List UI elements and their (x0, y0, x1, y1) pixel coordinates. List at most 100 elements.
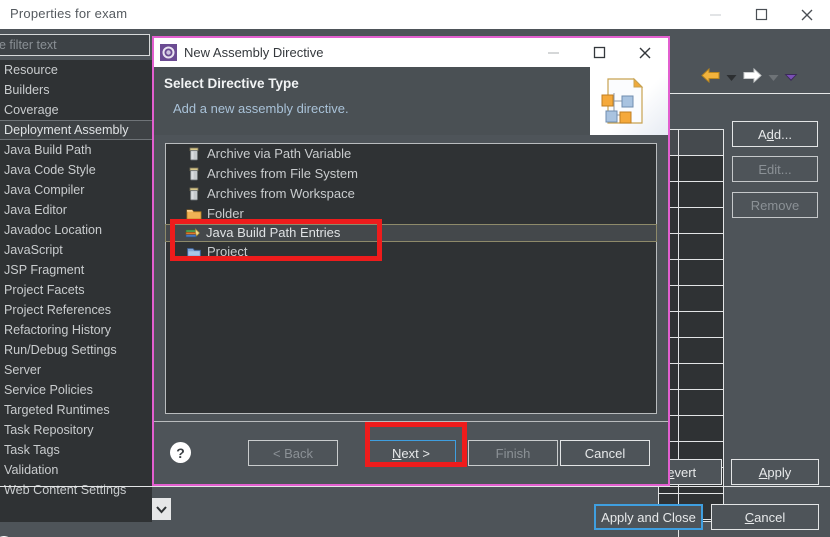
sidebar-item-label: Project Facets (4, 283, 85, 297)
sidebar-item-targeted-runtimes[interactable]: Targeted Runtimes (0, 400, 152, 420)
sidebar-item-service-policies[interactable]: Service Policies (0, 380, 152, 400)
dialog-cancel-button[interactable]: Cancel (560, 440, 650, 466)
back-button-label: < Back (272, 445, 314, 461)
close-icon[interactable] (784, 0, 830, 29)
dialog-maximize-icon[interactable] (576, 38, 622, 67)
books-icon (185, 225, 201, 241)
apply-and-close-button[interactable]: Apply and Close (594, 504, 703, 530)
sidebar-item-label: JSP Fragment (4, 263, 85, 277)
edit-button-label: Edit... (758, 161, 792, 177)
sidebar-item-label: Task Tags (4, 443, 60, 457)
apply-button[interactable]: Apply (731, 459, 819, 485)
table-cell (679, 156, 723, 181)
dialog-window-controls (530, 38, 668, 67)
dialog-close-icon[interactable] (622, 38, 668, 67)
sidebar-item-run-debug-settings[interactable]: Run/Debug Settings (0, 340, 152, 360)
wizard-banner-image (590, 67, 668, 135)
list-item-archives-from-workspace[interactable]: Archives from Workspace (166, 184, 656, 204)
sidebar-item-task-repository[interactable]: Task Repository (0, 420, 152, 440)
sidebar-item-label: Service Policies (4, 383, 93, 397)
dialog-cancel-button-label: Cancel (584, 445, 626, 461)
apply-and-close-button-label: Apply and Close (601, 509, 696, 525)
add-button[interactable]: Add... (732, 121, 818, 147)
jar-icon (186, 166, 202, 182)
sidebar-item-label: Builders (4, 83, 50, 97)
jar-icon (186, 186, 202, 202)
table-cell (679, 416, 723, 441)
sidebar-item-label: Javadoc Location (4, 223, 103, 237)
tree-scroll-down-button[interactable] (152, 498, 171, 520)
next-button-label: Next > (392, 445, 430, 461)
sidebar-item-refactoring-history[interactable]: Refactoring History (0, 320, 152, 340)
sidebar-item-label: Run/Debug Settings (4, 343, 117, 357)
table-cell (679, 364, 723, 389)
screen: Properties for exam e filter text Resour… (0, 0, 830, 537)
sidebar-item-label: JavaScript (4, 243, 63, 257)
sidebar-item-label: Java Compiler (4, 183, 85, 197)
sidebar-item-jsp-fragment[interactable]: JSP Fragment (0, 260, 152, 280)
remove-button: Remove (732, 192, 818, 218)
back-arrow-icon[interactable] (700, 67, 721, 89)
settings-tree[interactable]: Resource Builders Coverage Deployment Assem… (0, 60, 152, 522)
next-button[interactable]: Next > (366, 440, 456, 466)
dialog-help-icon[interactable]: ? (170, 442, 191, 463)
minimize-icon[interactable] (692, 0, 738, 29)
sidebar-item-label: Coverage (4, 103, 59, 117)
sidebar-item-java-compiler[interactable]: Java Compiler (0, 180, 152, 200)
sidebar-item-server[interactable]: Server (0, 360, 152, 380)
sidebar-item-validation[interactable]: Validation (0, 460, 152, 480)
toolbar-separator (660, 93, 830, 94)
cancel-button[interactable]: Cancel (711, 504, 819, 530)
directive-type-list[interactable]: Archive via Path Variable Archives from F… (165, 143, 657, 414)
dialog-titlebar: New Assembly Directive (154, 38, 668, 67)
dialog-heading: Select Directive Type (164, 76, 299, 91)
sidebar-item-builders[interactable]: Builders (0, 80, 152, 100)
sidebar-item-java-code-style[interactable]: Java Code Style (0, 160, 152, 180)
finish-button-label: Finish (495, 445, 531, 461)
dialog-minimize-icon[interactable] (530, 38, 576, 67)
forward-arrow-icon[interactable] (742, 67, 763, 89)
gear-icon (160, 44, 177, 61)
filter-placeholder: e filter text (0, 38, 57, 52)
dialog-footer: ? < Back Next > Finish Cancel (154, 421, 668, 484)
sidebar-item-label: Java Code Style (4, 163, 96, 177)
remove-button-label: Remove (750, 197, 800, 213)
table-cell (679, 312, 723, 337)
maximize-icon[interactable] (738, 0, 784, 29)
folder-icon (186, 206, 202, 222)
more-chevron-down-icon[interactable] (784, 69, 798, 87)
filter-input[interactable]: e filter text (0, 34, 150, 56)
cancel-button-label: Cancel (744, 509, 786, 525)
list-item-archive-via-path-variable[interactable]: Archive via Path Variable (166, 144, 656, 164)
sidebar-item-deployment-assembly[interactable]: Deployment Assembly (0, 120, 152, 140)
sidebar-item-label: Validation (4, 463, 59, 477)
table-cell (679, 390, 723, 415)
sidebar-item-resource[interactable]: Resource (0, 60, 152, 80)
jar-icon (186, 146, 202, 162)
sidebar-item-web-content-settings[interactable]: Web Content Settings (0, 480, 152, 500)
finish-button: Finish (468, 440, 558, 466)
sidebar-item-java-build-path[interactable]: Java Build Path (0, 140, 152, 160)
dialog-content: Archive via Path Variable Archives from F… (154, 135, 668, 422)
sidebar-item-label: Project References (4, 303, 112, 317)
sidebar-item-label: Deployment Assembly (4, 123, 129, 137)
sidebar-item-task-tags[interactable]: Task Tags (0, 440, 152, 460)
list-item-label: Archive via Path Variable (207, 146, 352, 161)
list-item-java-build-path-entries[interactable]: Java Build Path Entries (165, 224, 657, 242)
list-item-folder[interactable]: Folder (166, 204, 656, 224)
sidebar-item-project-references[interactable]: Project References (0, 300, 152, 320)
back-button: < Back (248, 440, 338, 466)
list-item-project[interactable]: Project (166, 242, 656, 262)
back-menu-chevron-down-icon[interactable] (726, 69, 737, 87)
sidebar-item-javascript[interactable]: JavaScript (0, 240, 152, 260)
dialog-header: Select Directive Type Add a new assembly… (154, 67, 668, 135)
list-item-archives-from-file-system[interactable]: Archives from File System (166, 164, 656, 184)
sidebar-item-coverage[interactable]: Coverage (0, 100, 152, 120)
sidebar-item-label: Refactoring History (4, 323, 112, 337)
sidebar-item-label: Java Build Path (4, 143, 92, 157)
sidebar-item-project-facets[interactable]: Project Facets (0, 280, 152, 300)
sidebar-item-javadoc-location[interactable]: Javadoc Location (0, 220, 152, 240)
sidebar-item-label: Server (4, 363, 42, 377)
sidebar-item-java-editor[interactable]: Java Editor (0, 200, 152, 220)
edit-button: Edit... (732, 156, 818, 182)
